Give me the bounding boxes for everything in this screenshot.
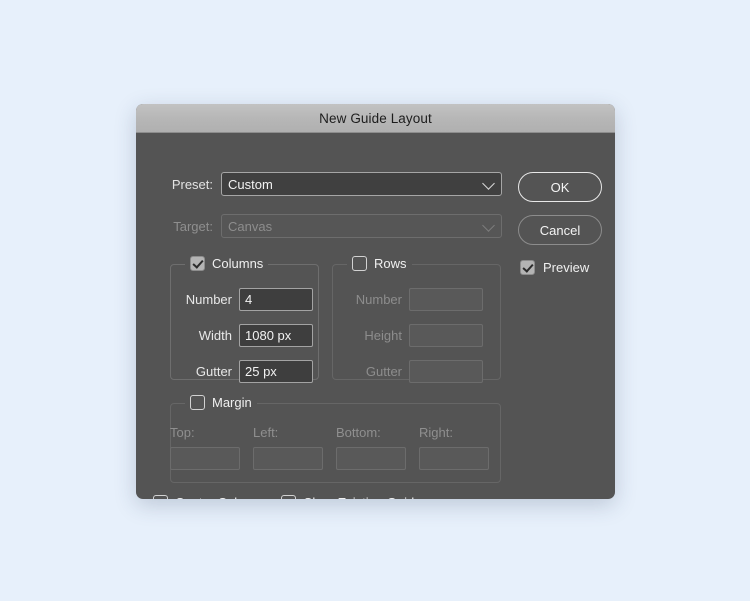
dialog-titlebar: New Guide Layout — [136, 104, 615, 133]
center-columns-checkbox[interactable] — [153, 495, 168, 499]
columns-number-row: Number 4 — [160, 288, 313, 311]
rows-legend-label: Rows — [374, 256, 407, 271]
columns-width-label: Width — [198, 328, 232, 343]
rows-height-row: Height — [337, 324, 483, 347]
columns-legend[interactable]: Columns — [185, 256, 269, 271]
target-select: Canvas — [221, 214, 502, 238]
preset-select[interactable]: Custom — [221, 172, 502, 196]
margin-right-label: Right: — [419, 425, 453, 440]
center-columns-row[interactable]: Center Columns — [153, 495, 269, 499]
dialog-title: New Guide Layout — [319, 110, 432, 126]
margin-legend-label: Margin — [212, 395, 252, 410]
ok-button-label: OK — [550, 179, 570, 195]
margin-legend[interactable]: Margin — [185, 395, 257, 410]
margin-right-input — [419, 447, 489, 470]
preview-checkbox[interactable] — [520, 260, 535, 275]
bottom-options-row: Center Columns Clear Existing Guides — [153, 495, 428, 499]
rows-height-input — [409, 324, 483, 347]
preview-label: Preview — [543, 260, 590, 275]
preview-checkbox-row[interactable]: Preview — [520, 260, 589, 275]
dialog-body: Preset: Custom Target: Canvas OK Cancel … — [136, 133, 615, 499]
margin-left-label: Left: — [253, 425, 279, 440]
rows-gutter-input — [409, 360, 483, 383]
columns-number-input[interactable]: 4 — [239, 288, 313, 311]
margin-group: Margin — [170, 395, 501, 483]
chevron-down-icon — [482, 177, 495, 190]
columns-number-label: Number — [185, 292, 232, 307]
rows-checkbox[interactable] — [352, 256, 367, 271]
columns-gutter-row: Gutter 25 px — [160, 360, 313, 383]
columns-width-input[interactable]: 1080 px — [239, 324, 313, 347]
columns-gutter-input[interactable]: 25 px — [239, 360, 313, 383]
rows-number-label: Number — [355, 292, 402, 307]
cancel-button-label: Cancel — [539, 222, 581, 238]
margin-top-input — [170, 447, 240, 470]
rows-height-label: Height — [364, 328, 402, 343]
rows-legend[interactable]: Rows — [347, 256, 412, 271]
new-guide-layout-dialog: New Guide Layout Preset: Custom Target: … — [136, 104, 615, 499]
center-columns-label: Center Columns — [175, 495, 269, 499]
cancel-button[interactable]: Cancel — [518, 215, 602, 245]
ok-button[interactable]: OK — [518, 172, 602, 202]
clear-existing-guides-label: Clear Existing Guides — [303, 495, 428, 499]
margin-bottom-label: Bottom: — [336, 425, 381, 440]
margin-bottom-input — [336, 447, 406, 470]
rows-number-row: Number — [337, 288, 483, 311]
columns-legend-label: Columns — [212, 256, 264, 271]
rows-gutter-label: Gutter — [365, 364, 402, 379]
target-label: Target: — [173, 218, 213, 234]
columns-gutter-label: Gutter — [195, 364, 232, 379]
columns-width-row: Width 1080 px — [160, 324, 313, 347]
preset-label: Preset: — [171, 176, 213, 192]
margin-top-label: Top: — [170, 425, 195, 440]
clear-existing-guides-row[interactable]: Clear Existing Guides — [280, 495, 428, 499]
rows-number-input — [409, 288, 483, 311]
columns-checkbox[interactable] — [190, 256, 205, 271]
rows-gutter-row: Gutter — [337, 360, 483, 383]
clear-existing-guides-checkbox[interactable] — [280, 495, 296, 499]
margin-checkbox[interactable] — [190, 395, 205, 410]
chevron-down-icon — [482, 219, 495, 232]
target-value: Canvas — [228, 218, 273, 234]
target-row: Target: Canvas — [153, 214, 502, 238]
preset-row: Preset: Custom — [153, 172, 502, 196]
margin-left-input — [253, 447, 323, 470]
preset-value: Custom — [228, 176, 273, 192]
